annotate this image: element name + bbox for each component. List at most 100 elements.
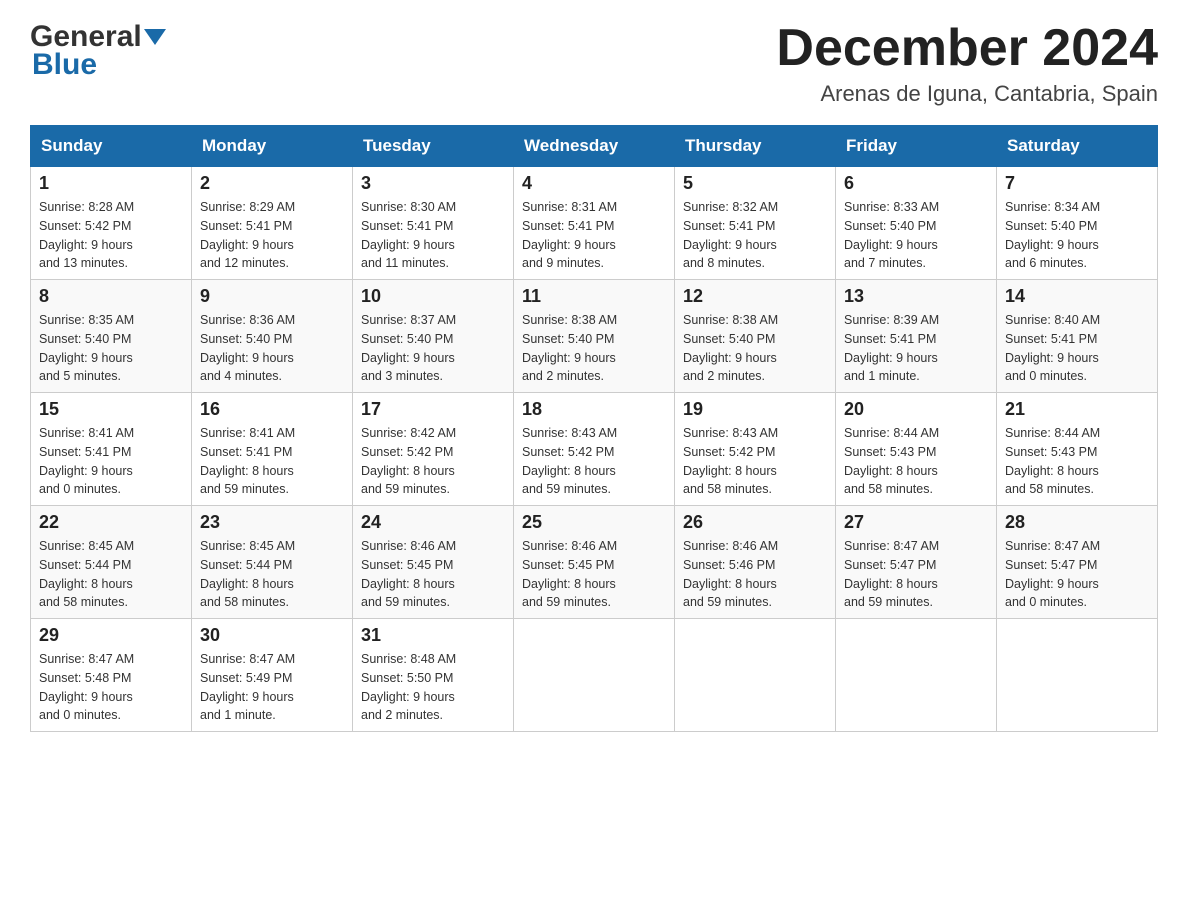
day-info: Sunrise: 8:44 AMSunset: 5:43 PMDaylight:… (1005, 424, 1149, 499)
day-info: Sunrise: 8:46 AMSunset: 5:46 PMDaylight:… (683, 537, 827, 612)
day-number: 24 (361, 512, 505, 533)
col-monday: Monday (192, 126, 353, 167)
day-info: Sunrise: 8:41 AMSunset: 5:41 PMDaylight:… (39, 424, 183, 499)
day-number: 17 (361, 399, 505, 420)
location-subtitle: Arenas de Iguna, Cantabria, Spain (776, 81, 1158, 107)
calendar-day-cell: 10 Sunrise: 8:37 AMSunset: 5:40 PMDayligh… (353, 280, 514, 393)
day-info: Sunrise: 8:30 AMSunset: 5:41 PMDaylight:… (361, 198, 505, 273)
logo: General Blue (30, 20, 166, 82)
day-info: Sunrise: 8:44 AMSunset: 5:43 PMDaylight:… (844, 424, 988, 499)
day-info: Sunrise: 8:38 AMSunset: 5:40 PMDaylight:… (683, 311, 827, 386)
calendar-day-cell: 13 Sunrise: 8:39 AMSunset: 5:41 PMDayligh… (836, 280, 997, 393)
day-info: Sunrise: 8:48 AMSunset: 5:50 PMDaylight:… (361, 650, 505, 725)
day-info: Sunrise: 8:35 AMSunset: 5:40 PMDaylight:… (39, 311, 183, 386)
day-number: 21 (1005, 399, 1149, 420)
calendar-day-cell: 6Sunrise: 8:33 AMSunset: 5:40 PMDaylight… (836, 167, 997, 280)
day-info: Sunrise: 8:47 AMSunset: 5:49 PMDaylight:… (200, 650, 344, 725)
calendar-day-cell: 12 Sunrise: 8:38 AMSunset: 5:40 PMDayligh… (675, 280, 836, 393)
day-info: Sunrise: 8:38 AMSunset: 5:40 PMDaylight:… (522, 311, 666, 386)
calendar-day-cell (997, 619, 1158, 732)
day-number: 10 (361, 286, 505, 307)
day-info: Sunrise: 8:34 AMSunset: 5:40 PMDaylight:… (1005, 198, 1149, 273)
day-info: Sunrise: 8:42 AMSunset: 5:42 PMDaylight:… (361, 424, 505, 499)
calendar-day-cell: 21 Sunrise: 8:44 AMSunset: 5:43 PMDayligh… (997, 393, 1158, 506)
page-header: General Blue December 2024 Arenas de Igu… (30, 20, 1158, 107)
day-info: Sunrise: 8:36 AMSunset: 5:40 PMDaylight:… (200, 311, 344, 386)
day-number: 19 (683, 399, 827, 420)
calendar-day-cell: 4Sunrise: 8:31 AMSunset: 5:41 PMDaylight… (514, 167, 675, 280)
calendar-day-cell (514, 619, 675, 732)
calendar-day-cell: 27 Sunrise: 8:47 AMSunset: 5:47 PMDayligh… (836, 506, 997, 619)
calendar-day-cell: 9 Sunrise: 8:36 AMSunset: 5:40 PMDaylight… (192, 280, 353, 393)
day-info: Sunrise: 8:41 AMSunset: 5:41 PMDaylight:… (200, 424, 344, 499)
day-number: 11 (522, 286, 666, 307)
calendar-day-cell: 5 Sunrise: 8:32 AMSunset: 5:41 PMDaylight… (675, 167, 836, 280)
calendar-day-cell: 18Sunrise: 8:43 AMSunset: 5:42 PMDayligh… (514, 393, 675, 506)
day-info: Sunrise: 8:40 AMSunset: 5:41 PMDaylight:… (1005, 311, 1149, 386)
day-number: 27 (844, 512, 988, 533)
day-number: 16 (200, 399, 344, 420)
day-info: Sunrise: 8:28 AMSunset: 5:42 PMDaylight:… (39, 198, 183, 273)
day-number: 20 (844, 399, 988, 420)
header-row: Sunday Monday Tuesday Wednesday Thursday… (31, 126, 1158, 167)
calendar-day-cell: 30 Sunrise: 8:47 AMSunset: 5:49 PMDayligh… (192, 619, 353, 732)
calendar-day-cell: 17 Sunrise: 8:42 AMSunset: 5:42 PMDayligh… (353, 393, 514, 506)
day-number: 3 (361, 173, 505, 194)
calendar-week-row: 15 Sunrise: 8:41 AMSunset: 5:41 PMDayligh… (31, 393, 1158, 506)
calendar-day-cell: 8Sunrise: 8:35 AMSunset: 5:40 PMDaylight… (31, 280, 192, 393)
calendar-day-cell: 28Sunrise: 8:47 AMSunset: 5:47 PMDayligh… (997, 506, 1158, 619)
day-number: 26 (683, 512, 827, 533)
day-info: Sunrise: 8:39 AMSunset: 5:41 PMDaylight:… (844, 311, 988, 386)
day-info: Sunrise: 8:46 AMSunset: 5:45 PMDaylight:… (361, 537, 505, 612)
month-title: December 2024 (776, 20, 1158, 77)
calendar-day-cell: 31 Sunrise: 8:48 AMSunset: 5:50 PMDayligh… (353, 619, 514, 732)
calendar-week-row: 1Sunrise: 8:28 AMSunset: 5:42 PMDaylight… (31, 167, 1158, 280)
logo-triangle-icon (144, 25, 166, 47)
calendar-day-cell: 25Sunrise: 8:46 AMSunset: 5:45 PMDayligh… (514, 506, 675, 619)
day-number: 9 (200, 286, 344, 307)
calendar-day-cell: 7Sunrise: 8:34 AMSunset: 5:40 PMDaylight… (997, 167, 1158, 280)
day-number: 23 (200, 512, 344, 533)
calendar-day-cell: 20 Sunrise: 8:44 AMSunset: 5:43 PMDayligh… (836, 393, 997, 506)
col-saturday: Saturday (997, 126, 1158, 167)
day-number: 15 (39, 399, 183, 420)
title-section: December 2024 Arenas de Iguna, Cantabria… (776, 20, 1158, 107)
calendar-day-cell: 1Sunrise: 8:28 AMSunset: 5:42 PMDaylight… (31, 167, 192, 280)
calendar-day-cell: 3 Sunrise: 8:30 AMSunset: 5:41 PMDaylight… (353, 167, 514, 280)
day-number: 5 (683, 173, 827, 194)
col-tuesday: Tuesday (353, 126, 514, 167)
day-number: 12 (683, 286, 827, 307)
day-info: Sunrise: 8:29 AMSunset: 5:41 PMDaylight:… (200, 198, 344, 273)
day-number: 31 (361, 625, 505, 646)
calendar-day-cell: 14 Sunrise: 8:40 AMSunset: 5:41 PMDayligh… (997, 280, 1158, 393)
calendar-day-cell: 23 Sunrise: 8:45 AMSunset: 5:44 PMDayligh… (192, 506, 353, 619)
calendar-week-row: 22Sunrise: 8:45 AMSunset: 5:44 PMDayligh… (31, 506, 1158, 619)
calendar-day-cell: 22Sunrise: 8:45 AMSunset: 5:44 PMDayligh… (31, 506, 192, 619)
day-number: 2 (200, 173, 344, 194)
calendar-day-cell: 16 Sunrise: 8:41 AMSunset: 5:41 PMDayligh… (192, 393, 353, 506)
day-info: Sunrise: 8:47 AMSunset: 5:47 PMDaylight:… (844, 537, 988, 612)
day-info: Sunrise: 8:43 AMSunset: 5:42 PMDaylight:… (683, 424, 827, 499)
day-number: 28 (1005, 512, 1149, 533)
calendar-day-cell: 2 Sunrise: 8:29 AMSunset: 5:41 PMDaylight… (192, 167, 353, 280)
calendar-day-cell: 11 Sunrise: 8:38 AMSunset: 5:40 PMDayligh… (514, 280, 675, 393)
calendar-day-cell (675, 619, 836, 732)
day-number: 30 (200, 625, 344, 646)
calendar-day-cell: 29Sunrise: 8:47 AMSunset: 5:48 PMDayligh… (31, 619, 192, 732)
logo-blue-text: Blue (32, 48, 97, 82)
day-info: Sunrise: 8:46 AMSunset: 5:45 PMDaylight:… (522, 537, 666, 612)
day-info: Sunrise: 8:45 AMSunset: 5:44 PMDaylight:… (200, 537, 344, 612)
day-number: 18 (522, 399, 666, 420)
day-info: Sunrise: 8:47 AMSunset: 5:48 PMDaylight:… (39, 650, 183, 725)
calendar-week-row: 8Sunrise: 8:35 AMSunset: 5:40 PMDaylight… (31, 280, 1158, 393)
day-number: 4 (522, 173, 666, 194)
day-info: Sunrise: 8:32 AMSunset: 5:41 PMDaylight:… (683, 198, 827, 273)
day-info: Sunrise: 8:37 AMSunset: 5:40 PMDaylight:… (361, 311, 505, 386)
calendar-day-cell (836, 619, 997, 732)
calendar-day-cell: 24 Sunrise: 8:46 AMSunset: 5:45 PMDayligh… (353, 506, 514, 619)
day-info: Sunrise: 8:33 AMSunset: 5:40 PMDaylight:… (844, 198, 988, 273)
calendar-day-cell: 26 Sunrise: 8:46 AMSunset: 5:46 PMDayligh… (675, 506, 836, 619)
day-number: 13 (844, 286, 988, 307)
day-number: 14 (1005, 286, 1149, 307)
day-info: Sunrise: 8:45 AMSunset: 5:44 PMDaylight:… (39, 537, 183, 612)
